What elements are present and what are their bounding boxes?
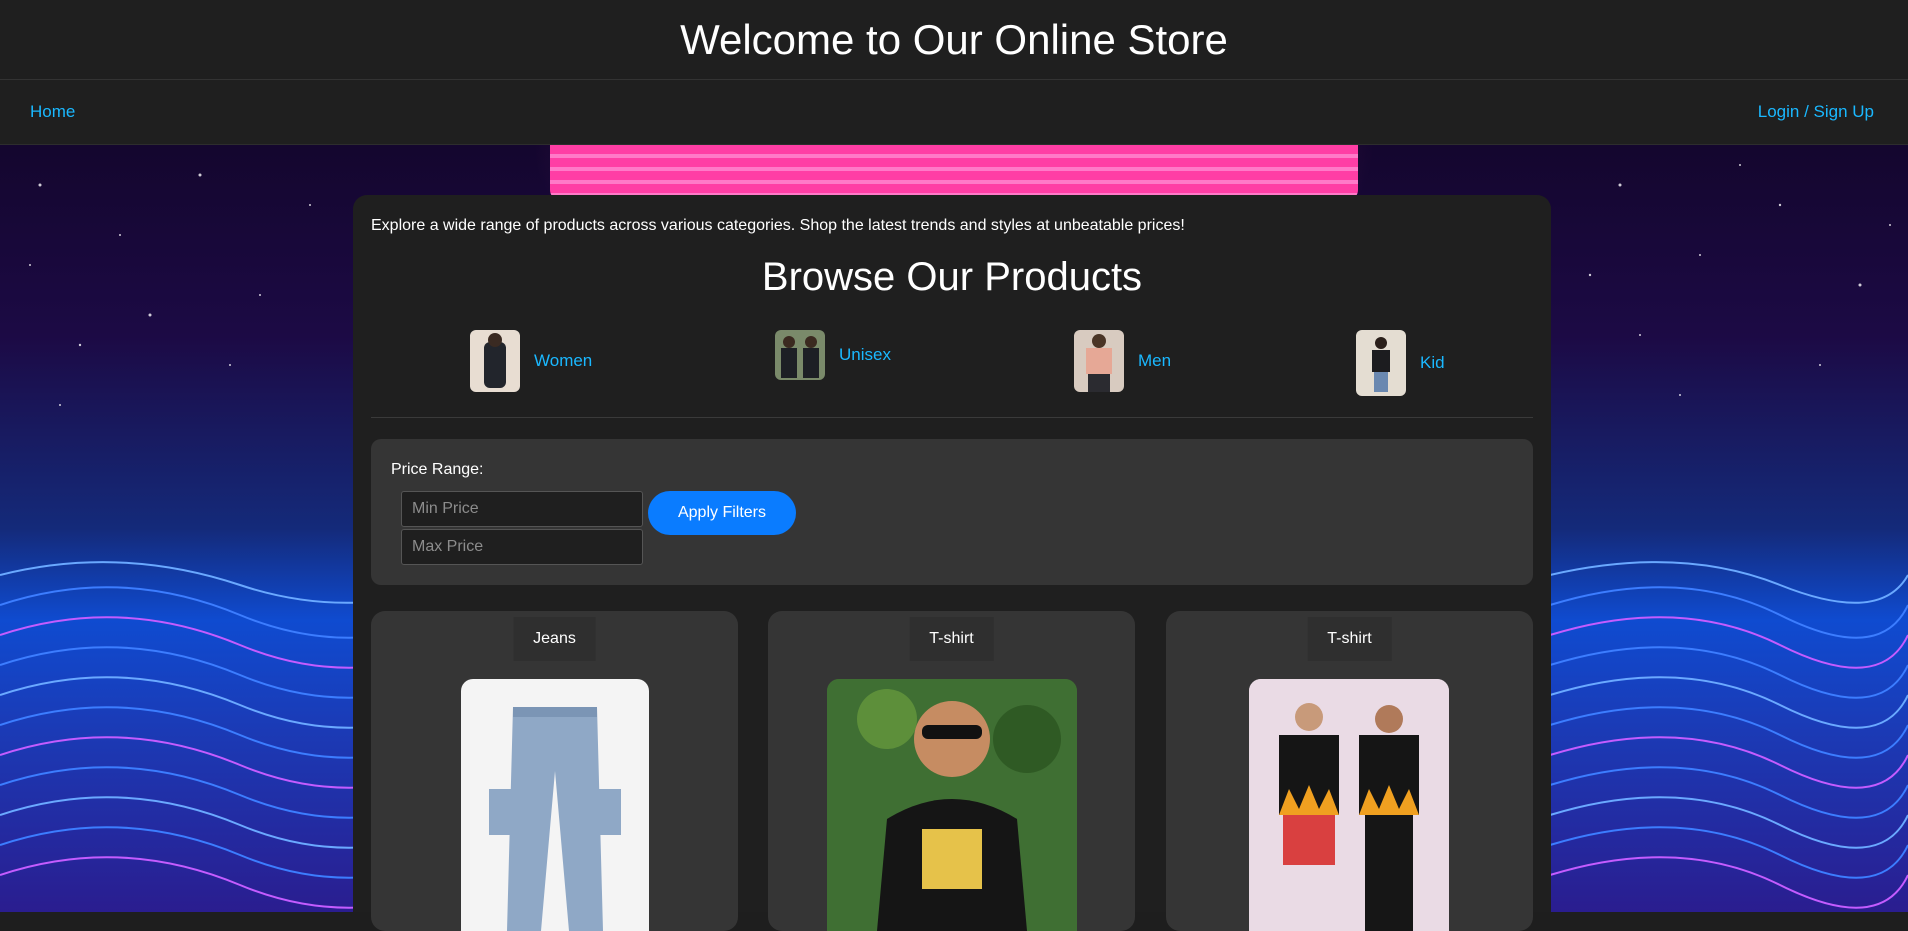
product-image-jeans[interactable] [461,679,649,931]
site-header: Welcome to Our Online Store [0,0,1908,80]
apply-filters-button[interactable]: Apply Filters [648,491,796,535]
content-panel: Explore a wide range of products across … [353,195,1551,931]
category-unisex[interactable]: Unisex [775,330,891,380]
category-women-label: Women [534,351,593,370]
category-men-image [1074,330,1124,392]
product-title: T-shirt [909,617,994,661]
category-kid-label: Kid [1420,353,1445,372]
category-women-image [470,330,520,392]
browse-heading: Browse Our Products [761,255,1143,299]
product-image-tshirt-kid[interactable] [827,679,1077,931]
price-filter-panel: Price Range: Apply Filters [371,439,1533,585]
category-men-label: Men [1138,351,1172,370]
intro-text: Explore a wide range of products across … [371,217,1185,234]
category-unisex-image [775,330,825,380]
product-title: Jeans [513,617,596,661]
category-kid-image [1356,330,1406,396]
category-unisex-label: Unisex [839,345,891,364]
category-women[interactable]: Women [470,330,592,392]
price-range-label: Price Range: [391,461,484,478]
product-card[interactable]: T-shirt [1166,611,1533,931]
max-price-input[interactable] [401,529,643,565]
product-card[interactable]: Jeans [371,611,738,931]
category-kid[interactable]: Kid [1356,330,1445,396]
divider [371,417,1533,418]
product-card[interactable]: T-shirt [768,611,1135,931]
navbar: Home Login / Sign Up [0,80,1908,145]
product-title: T-shirt [1307,617,1392,661]
sunset-decoration [550,145,1358,200]
min-price-input[interactable] [401,491,643,527]
product-image-tshirt-unisex[interactable] [1249,679,1449,931]
page-title: Welcome to Our Online Store [680,16,1228,63]
nav-home-link[interactable]: Home [30,102,75,122]
category-men[interactable]: Men [1074,330,1171,392]
nav-login-link[interactable]: Login / Sign Up [1758,102,1874,122]
